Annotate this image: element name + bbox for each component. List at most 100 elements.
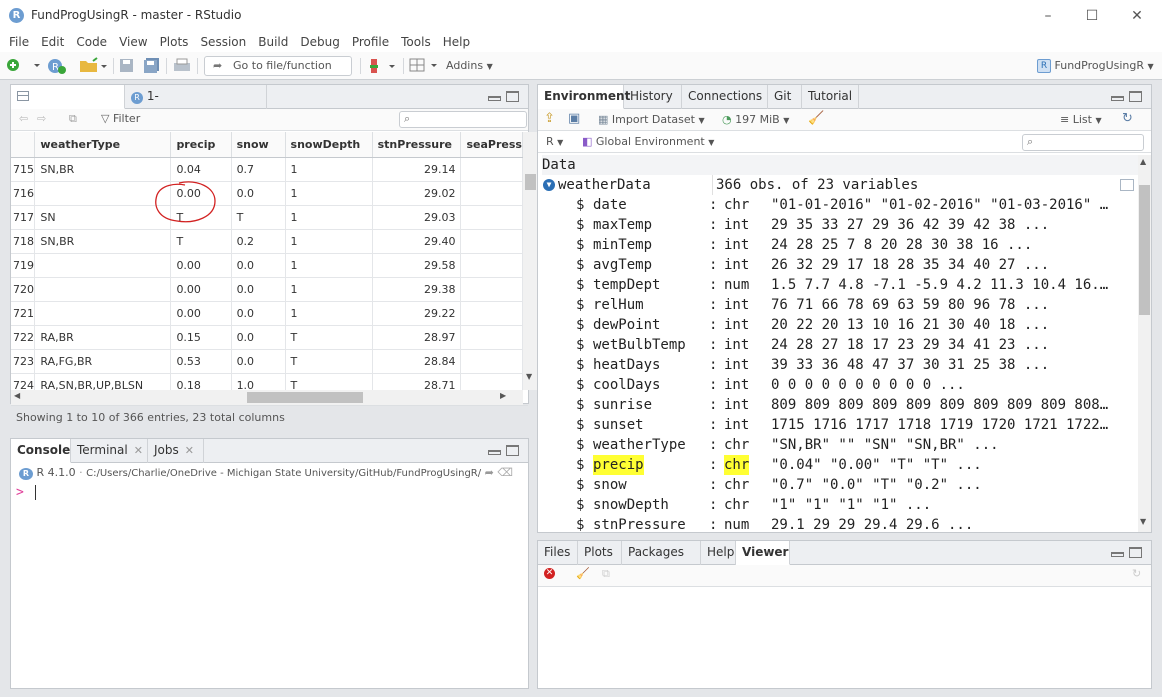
load-workspace-icon[interactable]: ⇪: [544, 111, 555, 126]
scroll-up-icon[interactable]: ▲: [1140, 157, 1146, 166]
broom-icon[interactable]: 🧹: [808, 111, 824, 126]
menu-view[interactable]: View: [113, 32, 153, 52]
workspace-panes-icon[interactable]: [409, 58, 441, 74]
tab-viewer[interactable]: Viewer: [736, 541, 790, 565]
tab-terminal[interactable]: Terminal ✕: [71, 439, 148, 463]
maximize-pane-icon[interactable]: [506, 445, 519, 456]
new-file-icon[interactable]: [6, 58, 42, 74]
goto-dir-arrow-icon[interactable]: ➦: [485, 466, 494, 479]
scroll-right-icon[interactable]: ▶: [500, 391, 506, 400]
minimize-pane-icon[interactable]: [488, 96, 501, 101]
minimize-button[interactable]: –: [1025, 4, 1071, 28]
view-mode-menu[interactable]: ≡ List ▼: [1060, 113, 1102, 126]
menu-plots[interactable]: Plots: [154, 32, 195, 52]
grid-horizontal-scrollbar[interactable]: ◀ ▶: [11, 390, 523, 405]
minimize-pane-icon[interactable]: [488, 450, 501, 455]
object-row-weatherdata[interactable]: ▼ weatherData 366 obs. of 23 variables: [538, 175, 1134, 195]
variable-name: snow: [593, 477, 627, 493]
maximize-button[interactable]: ☐: [1069, 4, 1115, 28]
scroll-thumb[interactable]: [1139, 185, 1150, 315]
popout-icon[interactable]: ⧉: [602, 567, 610, 581]
scroll-left-icon[interactable]: ◀: [14, 391, 20, 400]
stop-icon[interactable]: ✕: [544, 568, 555, 579]
tab-packages[interactable]: Packages: [622, 541, 701, 565]
dollar-sign: $: [576, 357, 585, 373]
variable-row: $ weatherType: chr "SN,BR" "" "SN" "SN,BR" …: [538, 435, 1134, 455]
menu-file[interactable]: File: [0, 32, 35, 52]
open-file-icon[interactable]: [79, 57, 109, 75]
col-header-snow[interactable]: snow: [231, 132, 286, 158]
tab-help[interactable]: Help: [701, 541, 736, 565]
environment-search-input[interactable]: ⌕: [1022, 134, 1144, 151]
minimize-pane-icon[interactable]: [1111, 552, 1124, 557]
close-tab-icon[interactable]: ✕: [134, 444, 143, 457]
col-header-weathertype[interactable]: weatherType: [34, 132, 172, 158]
addins-menu[interactable]: Addins ▼: [446, 57, 493, 75]
scroll-thumb[interactable]: [525, 174, 536, 190]
import-dataset-menu[interactable]: ▦ Import Dataset ▼: [598, 113, 705, 126]
tab-environment[interactable]: Environment: [538, 85, 630, 109]
col-header-rownum[interactable]: [11, 132, 36, 158]
refresh-icon[interactable]: ↻: [1132, 567, 1141, 580]
dataviewer-search-input[interactable]: ⌕: [399, 111, 527, 128]
cell-weathertype: RA,BR: [34, 325, 172, 350]
save-workspace-icon[interactable]: ▣: [568, 111, 580, 126]
tab-tutorial[interactable]: Tutorial: [802, 85, 859, 109]
project-menu[interactable]: R FundProgUsingR ▼: [1037, 57, 1154, 75]
scroll-down-icon[interactable]: ▼: [526, 372, 532, 381]
scroll-down-icon[interactable]: ▼: [1140, 517, 1146, 526]
tab-git[interactable]: Git: [768, 85, 802, 109]
back-arrow-icon[interactable]: ⇦: [19, 112, 28, 125]
clear-viewer-icon[interactable]: 🧹: [576, 567, 590, 580]
close-tab-icon[interactable]: ✕: [185, 444, 194, 457]
menu-profile[interactable]: Profile: [346, 32, 395, 52]
tab-dataframes-r[interactable]: R 1-14_DataFrames.R✕: [125, 85, 267, 126]
maximize-pane-icon[interactable]: [1129, 547, 1142, 558]
col-header-snowdepth[interactable]: snowDepth: [285, 132, 373, 158]
environment-scope-menu[interactable]: ◧ Global Environment ▼: [582, 135, 714, 148]
go-to-file-function-input[interactable]: ➦ Go to file/function: [204, 56, 352, 76]
variable-name: precip: [593, 455, 644, 475]
col-header-seapressure[interactable]: seaPress: [460, 132, 523, 158]
git-icon[interactable]: [367, 57, 399, 75]
menu-code[interactable]: Code: [70, 32, 113, 52]
refresh-icon[interactable]: ↻: [1122, 111, 1133, 126]
menu-session[interactable]: Session: [194, 32, 252, 52]
cell-snowdepth: T: [285, 325, 373, 350]
grid-vertical-scrollbar[interactable]: ▼: [523, 132, 538, 390]
console-input[interactable]: [35, 485, 36, 500]
menu-build[interactable]: Build: [252, 32, 294, 52]
save-all-icon[interactable]: [143, 58, 161, 74]
new-project-icon[interactable]: R: [46, 57, 68, 75]
expand-icon[interactable]: ▼: [543, 179, 555, 191]
maximize-pane-icon[interactable]: [1129, 91, 1142, 102]
save-icon[interactable]: [119, 58, 135, 74]
tab-plots[interactable]: Plots: [578, 541, 622, 565]
close-window-button[interactable]: ✕: [1114, 4, 1160, 28]
language-menu[interactable]: R ▼: [546, 135, 563, 148]
tab-files[interactable]: Files: [538, 541, 578, 565]
col-header-precip[interactable]: precip: [170, 132, 232, 158]
memory-usage-menu[interactable]: ◔ 197 MiB ▼: [722, 113, 789, 126]
view-table-icon[interactable]: [1120, 179, 1134, 191]
col-header-stnpressure[interactable]: stnPressure: [372, 132, 462, 158]
filter-button[interactable]: ▽ Filter: [101, 112, 140, 125]
maximize-pane-icon[interactable]: [506, 91, 519, 102]
minimize-pane-icon[interactable]: [1111, 96, 1124, 101]
tab-console[interactable]: Console: [11, 439, 71, 463]
menu-tools[interactable]: Tools: [395, 32, 437, 52]
clear-console-icon[interactable]: ⌫: [497, 466, 513, 479]
tab-connections[interactable]: Connections: [682, 85, 768, 109]
menu-edit[interactable]: Edit: [35, 32, 70, 52]
popout-icon[interactable]: ⧉: [69, 112, 77, 126]
tab-weatherdata[interactable]: weatherData✕: [11, 85, 125, 126]
tab-jobs[interactable]: Jobs ✕: [148, 439, 204, 463]
tab-history[interactable]: History: [624, 85, 682, 109]
environment-scrollbar[interactable]: ▲ ▼: [1138, 155, 1151, 532]
scroll-thumb[interactable]: [247, 392, 363, 403]
cell-precip: 0.00: [170, 277, 232, 302]
forward-arrow-icon[interactable]: ⇨: [37, 112, 46, 125]
print-icon[interactable]: [173, 58, 191, 74]
menu-help[interactable]: Help: [437, 32, 476, 52]
menu-debug[interactable]: Debug: [294, 32, 345, 52]
